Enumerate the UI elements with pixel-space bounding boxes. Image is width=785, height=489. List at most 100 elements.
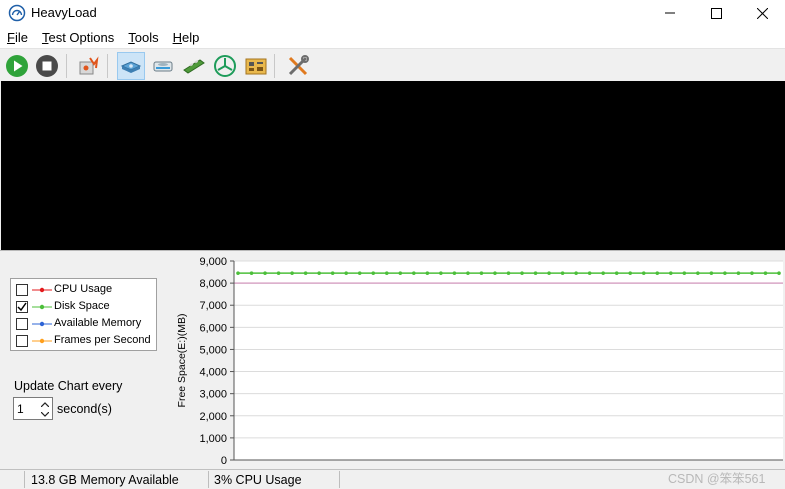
spinner-up-button[interactable]	[38, 399, 52, 409]
data-point	[696, 271, 700, 275]
gpu-icon	[214, 55, 236, 77]
y-axis-label: Free Space(E:)(MB)	[176, 314, 188, 408]
window-title: HeavyLoad	[31, 5, 97, 20]
tools-button[interactable]	[284, 52, 312, 80]
data-point	[452, 271, 457, 275]
checkmark-icon	[17, 302, 27, 312]
board-icon	[245, 58, 267, 75]
data-point	[669, 271, 673, 275]
y-tick-label: 1,000	[199, 433, 227, 445]
data-point	[493, 271, 497, 275]
hard-disk-icon	[120, 61, 142, 73]
chart-legend: CPU Usage Disk Space Available Memory Fr…	[10, 278, 157, 351]
legend-item-available-memory[interactable]: Available Memory	[16, 316, 156, 332]
frames-per-second-checkbox[interactable]	[16, 335, 28, 347]
data-point	[587, 271, 592, 275]
stop-icon	[36, 55, 58, 77]
y-tick-label: 8,000	[199, 278, 227, 290]
gpu-stress-button[interactable]	[211, 52, 239, 80]
data-point	[384, 271, 389, 275]
data-point	[655, 271, 660, 275]
green-line-marker-icon	[32, 304, 52, 310]
data-point	[425, 271, 430, 275]
data-point	[330, 271, 335, 275]
y-tick-label: 7,000	[199, 300, 227, 312]
legend-item-disk-space[interactable]: Disk Space	[16, 299, 156, 315]
data-point	[303, 271, 308, 275]
data-point	[750, 271, 754, 275]
data-point	[763, 271, 768, 275]
spinner-down-button[interactable]	[38, 409, 52, 419]
minimize-button[interactable]	[647, 0, 693, 26]
menu-bar: File Test Options Tools Help	[0, 26, 785, 48]
menu-label: est Options	[48, 30, 115, 45]
update-interval-value[interactable]: 1	[17, 402, 24, 416]
data-point	[236, 271, 240, 275]
menu-file[interactable]: File	[0, 26, 35, 48]
minimize-icon	[665, 12, 675, 14]
disk-stress-button[interactable]	[117, 52, 145, 80]
close-button[interactable]	[739, 0, 785, 26]
legend-label: Available Memory	[54, 317, 142, 329]
stop-test-button[interactable]	[33, 52, 61, 80]
maximize-button[interactable]	[693, 0, 739, 26]
toolbar-separator	[66, 54, 67, 78]
legend-label: CPU Usage	[54, 283, 113, 295]
chart-panel: CPU Usage Disk Space Available Memory Fr…	[0, 250, 785, 468]
orange-line-marker-icon	[32, 338, 52, 344]
cpu-icon	[79, 56, 99, 75]
pc-info-button[interactable]	[242, 52, 270, 80]
data-point	[506, 271, 511, 275]
watermark: CSDN @笨笨561	[668, 472, 766, 486]
disk-space-chart: 0 1,000 2,000 3,000 4,000 5,000 6,000 7,000 8,00…	[176, 256, 783, 467]
close-icon	[756, 7, 768, 19]
data-point	[736, 271, 741, 275]
cpu-usage-checkbox[interactable]	[16, 284, 28, 296]
data-point	[290, 271, 294, 275]
update-interval-spinner[interactable]: 1	[13, 397, 53, 420]
y-tick-label: 4,000	[199, 367, 227, 379]
y-tick-label: 3,000	[199, 389, 227, 401]
data-point	[547, 271, 551, 275]
chevron-up-icon	[41, 401, 49, 407]
data-point	[479, 271, 484, 275]
disk-space-checkbox[interactable]	[16, 301, 28, 313]
data-point	[276, 271, 281, 275]
data-point	[466, 271, 470, 275]
available-memory-checkbox[interactable]	[16, 318, 28, 330]
data-point	[614, 271, 619, 275]
y-tick-label: 2,000	[199, 411, 227, 423]
update-chart-label: Update Chart every	[14, 379, 123, 393]
title-bar: HeavyLoad	[0, 0, 785, 26]
heavyload-window: HeavyLoad File Test Options Tools Help C…	[0, 0, 785, 489]
cpu-stress-button[interactable]	[74, 52, 102, 80]
y-tick-label: 0	[221, 455, 227, 467]
cpu-usage-status: 3% CPU Usage	[214, 473, 302, 487]
data-point	[371, 271, 376, 275]
plot-area	[234, 261, 783, 460]
y-tick-label: 5,000	[199, 344, 227, 356]
menu-help[interactable]: Help	[166, 26, 207, 48]
data-point	[601, 271, 605, 275]
legend-label: Disk Space	[54, 300, 110, 312]
data-point	[709, 271, 714, 275]
menu-tools[interactable]: Tools	[121, 26, 165, 48]
disk-space-button[interactable]	[149, 52, 177, 80]
data-point	[533, 271, 538, 275]
menu-label: ools	[134, 30, 159, 45]
data-point	[439, 271, 443, 275]
status-divider	[24, 471, 25, 488]
data-point	[682, 271, 687, 275]
toolbar-separator	[274, 54, 275, 78]
data-point	[641, 271, 646, 275]
legend-item-frames-per-second[interactable]: Frames per Second	[16, 333, 156, 349]
start-test-button[interactable]	[3, 52, 31, 80]
legend-item-cpu-usage[interactable]: CPU Usage	[16, 282, 156, 298]
menu-accelerator: H	[172, 30, 182, 45]
data-point	[412, 271, 416, 275]
menu-test-options[interactable]: Test Options	[35, 26, 121, 48]
toolbar	[0, 48, 785, 81]
data-point	[628, 271, 633, 275]
memory-stress-button[interactable]	[180, 52, 208, 80]
status-divider	[339, 471, 340, 488]
